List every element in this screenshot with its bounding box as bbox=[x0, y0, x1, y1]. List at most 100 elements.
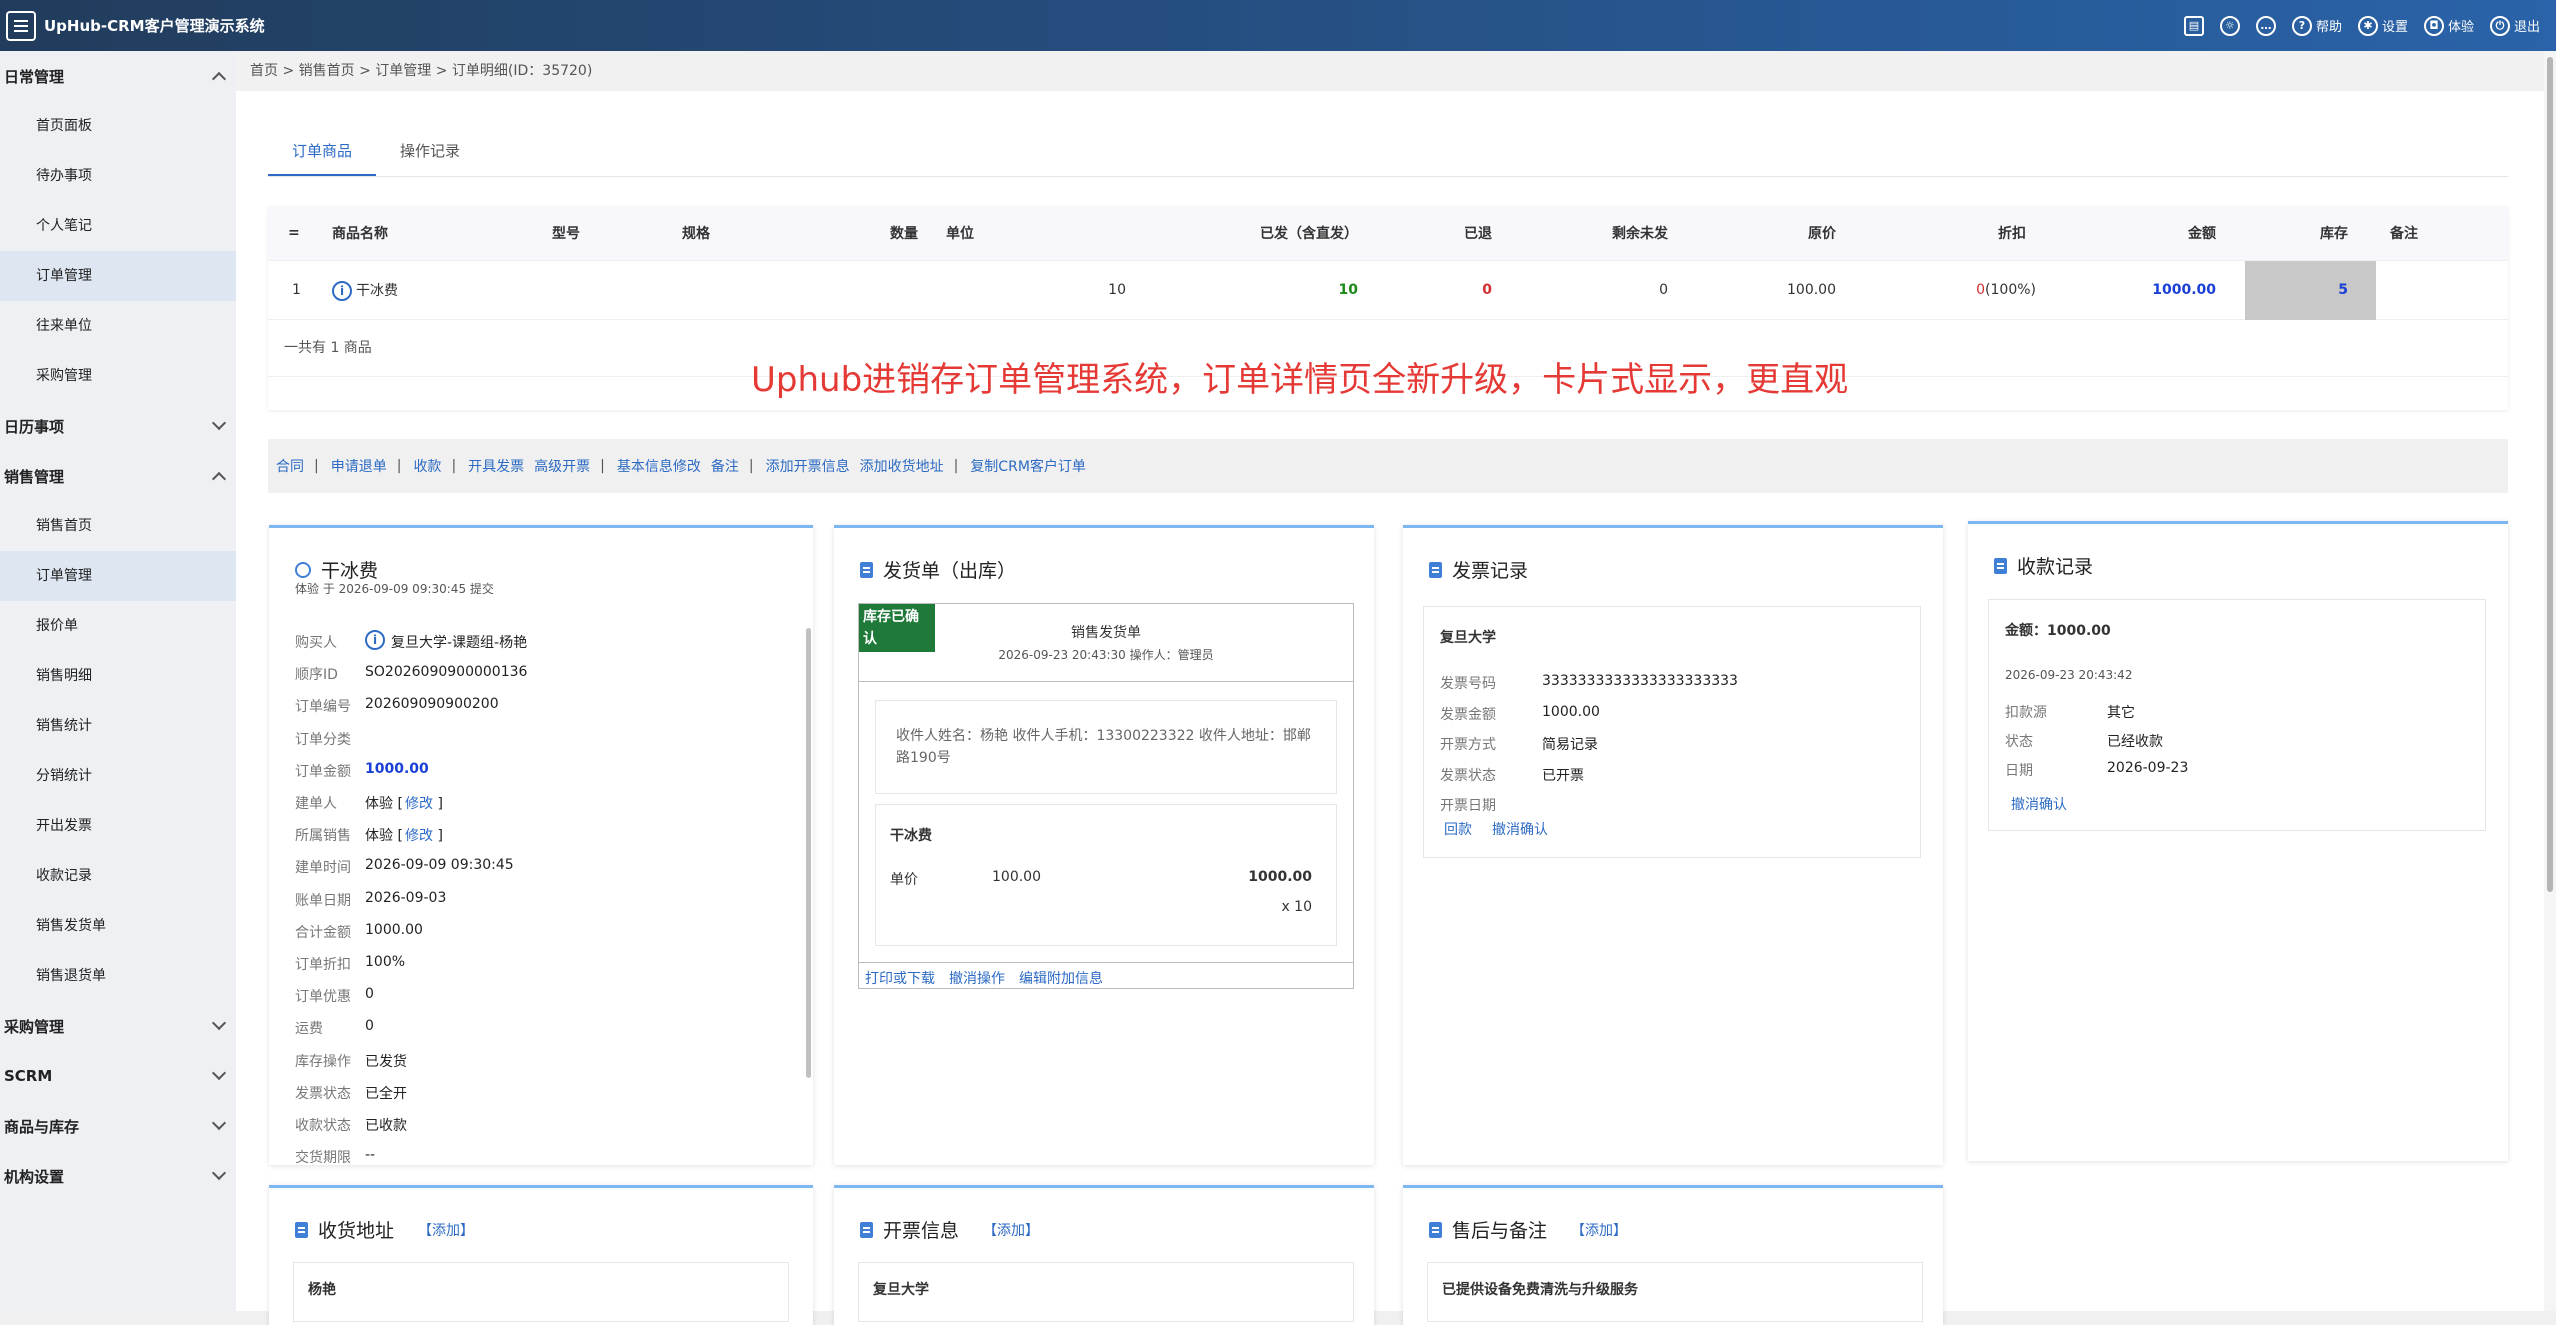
scrollbar-thumb[interactable] bbox=[2547, 57, 2553, 892]
sidebar-item[interactable]: 收款记录 bbox=[0, 851, 236, 901]
breadcrumb-sales-home[interactable]: 销售首页 bbox=[299, 63, 355, 79]
field-label: 扣款源 bbox=[2005, 705, 2047, 721]
app-title: UpHub-CRM客户管理演示系统 bbox=[44, 17, 265, 35]
logout-label: 退出 bbox=[2513, 20, 2540, 35]
tab-operation-log[interactable]: 操作记录 bbox=[376, 127, 484, 176]
sidebar-item[interactable]: 销售统计 bbox=[0, 701, 236, 751]
sidebar-group-label: 日常管理 bbox=[4, 67, 65, 86]
sidebar-item[interactable]: 采购管理 bbox=[0, 351, 236, 401]
sidebar-group-inventory[interactable]: 商品与库存 bbox=[0, 1101, 236, 1151]
sidebar-item[interactable]: 开出发票 bbox=[0, 801, 236, 851]
add-address-button[interactable]: 【添加】 bbox=[418, 1220, 474, 1240]
action-copy-crm-order[interactable]: 复制CRM客户订单 bbox=[970, 456, 1096, 476]
action-collect[interactable]: 收款 bbox=[413, 456, 451, 476]
field-label: 所属销售 bbox=[295, 828, 351, 845]
undo-confirm-link[interactable]: 撤消确认 bbox=[1492, 819, 1548, 839]
action-refund[interactable]: 申请退单 bbox=[331, 456, 397, 476]
field-label: 发票状态 bbox=[295, 1085, 351, 1102]
action-note[interactable]: 备注 bbox=[711, 456, 749, 476]
row-name: i 干冰费 bbox=[332, 280, 398, 301]
info-icon[interactable]: i bbox=[332, 280, 352, 301]
print-download-link[interactable]: 打印或下载 bbox=[865, 968, 935, 988]
sidebar-item[interactable]: 个人笔记 bbox=[0, 201, 236, 251]
edit-link[interactable]: 修改 bbox=[405, 796, 433, 812]
col-header: 备注 bbox=[2390, 226, 2418, 242]
stock-cell-bg bbox=[2245, 261, 2376, 320]
sidebar-group-label: 机构设置 bbox=[4, 1167, 65, 1186]
action-add-billing[interactable]: 添加开票信息 bbox=[766, 456, 860, 476]
sidebar-item[interactable]: 首页面板 bbox=[0, 101, 236, 151]
field-label: 账单日期 bbox=[295, 892, 351, 909]
add-aftersale-button[interactable]: 【添加】 bbox=[1571, 1220, 1627, 1240]
row-qty: 10 bbox=[1108, 282, 1126, 298]
sidebar-item[interactable]: 销售首页 bbox=[0, 501, 236, 551]
field-value: 已开票 bbox=[1542, 767, 1584, 784]
sidebar-group-scrm[interactable]: SCRM bbox=[0, 1051, 236, 1101]
sidebar-group-daily[interactable]: 日常管理 bbox=[0, 51, 236, 101]
field-label: 合计金额 bbox=[295, 924, 351, 941]
action-edit-basic[interactable]: 基本信息修改 bbox=[617, 456, 711, 476]
order-info-card: 干冰费 体验 于 2026-09-09 09:30:45 提交 购买人 i 复旦大学… bbox=[269, 525, 813, 1166]
print-button[interactable]: ▤ bbox=[2183, 15, 2204, 36]
sidebar-group-org[interactable]: 机构设置 bbox=[0, 1151, 236, 1201]
sidebar-group-purchase[interactable]: 采购管理 bbox=[0, 1001, 236, 1051]
sidebar-item[interactable]: 销售发货单 bbox=[0, 901, 236, 951]
breadcrumb-home[interactable]: 首页 bbox=[250, 63, 278, 79]
edit-extra-link[interactable]: 编辑附加信息 bbox=[1019, 968, 1103, 988]
card-title: 收款记录 bbox=[1994, 552, 2093, 579]
help-label: 帮助 bbox=[2315, 20, 2342, 35]
help-button[interactable]: ? 帮助 bbox=[2291, 15, 2342, 36]
delivery-card: 发货单（出库） 库存已确认 单据已确认 销售发货单 2026-09-23 20:4… bbox=[834, 525, 1374, 1165]
sidebar-group-sales[interactable]: 销售管理 bbox=[0, 451, 236, 501]
action-contract[interactable]: 合同 bbox=[276, 456, 314, 476]
breadcrumb-orders[interactable]: 订单管理 bbox=[375, 63, 431, 79]
table-row[interactable]: 1 i 干冰费 10 10 0 0 100.00 0(100%) 1000.00 … bbox=[268, 261, 2508, 320]
settings-button[interactable]: ✱ 设置 bbox=[2357, 15, 2408, 36]
sidebar-item[interactable]: 分销统计 bbox=[0, 751, 236, 801]
field-label: 建单人 bbox=[295, 796, 337, 812]
address-title: 收货地址 bbox=[318, 1220, 395, 1242]
chat-button[interactable]: … bbox=[2255, 15, 2276, 36]
undo-link[interactable]: 撤消操作 bbox=[949, 968, 1005, 988]
sidebar-item[interactable]: 销售退货单 bbox=[0, 951, 236, 1001]
page-scrollbar[interactable] bbox=[2544, 51, 2556, 1311]
logout-button[interactable]: ⏻ 退出 bbox=[2489, 15, 2540, 36]
breadcrumb-sep: > bbox=[435, 63, 448, 79]
payback-link[interactable]: 回款 bbox=[1444, 819, 1472, 839]
theme-button[interactable]: ☼ bbox=[2219, 15, 2240, 36]
sidebar-group-label: 日历事项 bbox=[4, 417, 65, 436]
tab-order-items[interactable]: 订单商品 bbox=[268, 127, 377, 176]
add-billing-button[interactable]: 【添加】 bbox=[983, 1220, 1039, 1240]
info-icon[interactable]: i bbox=[365, 630, 385, 650]
field-label: 订单优惠 bbox=[295, 989, 351, 1006]
invoice-card: 发票记录 复旦大学 发票号码 3333333333333333333333 发票金额… bbox=[1403, 525, 1943, 1165]
sidebar-item[interactable]: 销售明细 bbox=[0, 651, 236, 701]
payment-undo-link[interactable]: 撤消确认 bbox=[2011, 794, 2067, 814]
sidebar: 日常管理 首页面板 待办事项 个人笔记 订单管理 往来单位 采购管理 日历事项 … bbox=[0, 51, 236, 1311]
edit-link[interactable]: 修改 bbox=[405, 828, 433, 844]
user-button[interactable]: ◘ 体验 bbox=[2423, 15, 2474, 36]
doc-meta: 2026-09-23 20:43:30 操作人：管理员 bbox=[998, 648, 1214, 662]
col-header: 折扣 bbox=[1998, 226, 2026, 242]
sidebar-group-label: 采购管理 bbox=[4, 1017, 65, 1036]
action-add-address[interactable]: 添加收货地址 bbox=[860, 456, 954, 476]
sidebar-item-active[interactable]: 订单管理 bbox=[0, 551, 236, 601]
sidebar-item[interactable]: 报价单 bbox=[0, 601, 236, 651]
card-scrollbar[interactable] bbox=[806, 628, 811, 1078]
top-bar: UpHub-CRM客户管理演示系统 ▤ ☼ … ? 帮助 ✱ 设置 ◘ 体验 ⏻ 退出 bbox=[0, 0, 2556, 51]
doc-title: 销售发货单 bbox=[1071, 625, 1141, 641]
breadcrumb-sep: > bbox=[359, 63, 371, 79]
sidebar-item-active[interactable]: 订单管理 bbox=[0, 251, 236, 301]
action-advanced-invoice[interactable]: 高级开票 bbox=[534, 456, 600, 476]
card-title: 开票信息 【添加】 bbox=[860, 1216, 1039, 1243]
sidebar-item[interactable]: 待办事项 bbox=[0, 151, 236, 201]
sidebar-item[interactable]: 往来单位 bbox=[0, 301, 236, 351]
field-label: 日期 bbox=[2005, 763, 2033, 779]
menu-toggle-icon[interactable] bbox=[6, 10, 36, 41]
main-content: 首页 > 销售首页 > 订单管理 > 订单明细(ID：35720) 订单商品 操… bbox=[236, 51, 2544, 1325]
delivery-doc: 库存已确认 单据已确认 销售发货单 2026-09-23 20:43:30 操作人… bbox=[858, 603, 1354, 989]
payment-amount: 金额：1000.00 bbox=[2005, 623, 2111, 639]
action-invoice[interactable]: 开具发票 bbox=[468, 456, 534, 476]
sidebar-group-calendar[interactable]: 日历事项 bbox=[0, 401, 236, 451]
payment-record: 金额：1000.00 2026-09-23 20:43:42 扣款源 其它 状态 已经… bbox=[1988, 599, 2486, 831]
